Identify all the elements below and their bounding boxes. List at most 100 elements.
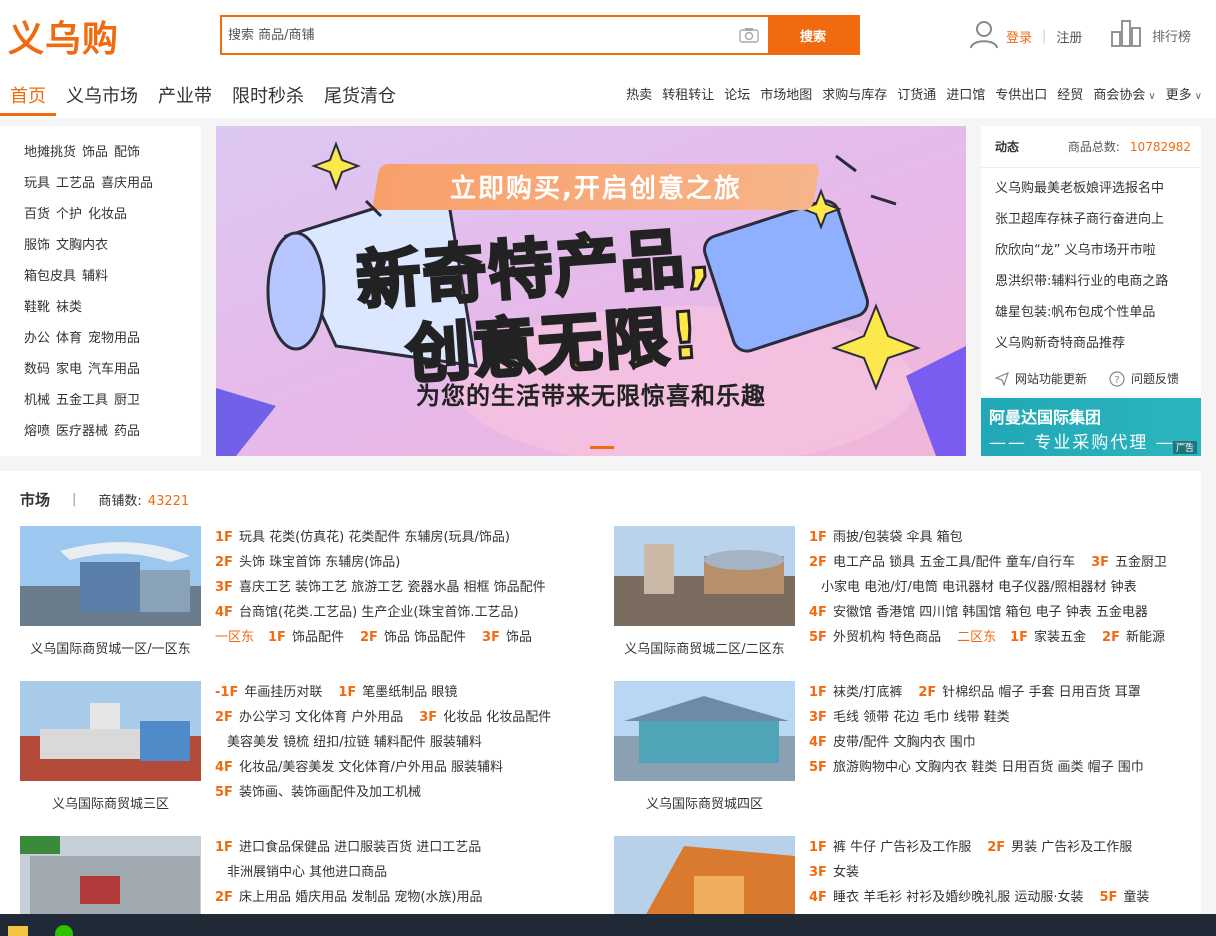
market-photo[interactable] bbox=[20, 526, 201, 626]
folder-icon[interactable] bbox=[6, 916, 30, 936]
nav-sub-item[interactable]: 转租转让 bbox=[662, 84, 714, 103]
floor-categories[interactable]: 新能源 bbox=[1126, 630, 1165, 645]
category-link[interactable]: 箱包皮具 bbox=[24, 269, 76, 284]
chat-icon[interactable] bbox=[52, 916, 76, 936]
category-link[interactable]: 机械 bbox=[24, 393, 50, 408]
floor-categories[interactable]: 袜类/打底裤 bbox=[833, 685, 902, 700]
category-link[interactable]: 五金工具 bbox=[56, 393, 108, 408]
floor-categories[interactable]: 美容美发 镜梳 纽扣/拉链 辅料配件 服装辅料 bbox=[227, 735, 482, 750]
floor-categories[interactable]: 安徽馆 香港馆 四川馆 韩国馆 箱包 电子 钟表 五金电器 bbox=[833, 605, 1148, 620]
hero-banner[interactable]: 立即购买,开启创意之旅 新奇特产品, 创意无限! 为您的生活带来无限惊喜和乐趣 bbox=[216, 126, 966, 456]
floor-categories[interactable]: 皮带/配件 文胸内衣 围巾 bbox=[833, 735, 976, 750]
camera-icon[interactable] bbox=[730, 17, 768, 53]
floor-categories[interactable]: 裤 牛仔 广告衫及工作服 bbox=[833, 840, 971, 855]
nav-sub-item[interactable]: 更多 ∨ bbox=[1166, 84, 1202, 103]
floor-categories[interactable]: 化妆品/美容美发 文化体育/户外用品 服装辅料 bbox=[239, 760, 503, 775]
floor-categories[interactable]: 床上用品 婚庆用品 发制品 宠物(水族)用品 bbox=[239, 890, 483, 905]
floor-categories[interactable]: 睡衣 羊毛衫 衬衫及婚纱晚礼服 运动服·女装 bbox=[833, 890, 1084, 905]
nav-sub-item[interactable]: 订货通 bbox=[897, 84, 936, 103]
market-name[interactable]: 义乌国际商贸城一区/一区东 bbox=[20, 638, 201, 657]
floor-categories[interactable]: 五金厨卫 bbox=[1115, 555, 1167, 570]
floor-categories[interactable]: 电工产品 锁具 五金工具/配件 童车/自行车 bbox=[833, 555, 1075, 570]
news-item[interactable]: 欣欣向“龙” 义乌市场开市啦 bbox=[995, 240, 1201, 271]
floor-categories[interactable]: 外贸机构 特色商品 bbox=[833, 630, 941, 645]
floor-categories[interactable]: 装饰画、装饰画配件及加工机械 bbox=[239, 785, 421, 800]
category-link[interactable]: 玩具 bbox=[24, 176, 50, 191]
category-link[interactable]: 体育 bbox=[56, 331, 82, 346]
ad-banner[interactable]: 阿曼达国际集团 —— 专业采购代理 —— 广告 bbox=[981, 398, 1201, 456]
category-link[interactable]: 辅料 bbox=[82, 269, 108, 284]
floor-categories[interactable]: 饰品 饰品配件 bbox=[384, 630, 466, 645]
search-input[interactable] bbox=[222, 17, 730, 53]
news-item[interactable]: 恩洪织带:辅料行业的电商之路 bbox=[995, 271, 1201, 302]
market-name[interactable]: 义乌国际商贸城三区 bbox=[20, 793, 201, 812]
market-photo[interactable] bbox=[614, 681, 795, 781]
category-link[interactable]: 袜类 bbox=[56, 300, 82, 315]
nav-sub-item[interactable]: 求购与库存 bbox=[822, 84, 887, 103]
category-link[interactable]: 医疗器械 bbox=[56, 424, 108, 439]
category-link[interactable]: 药品 bbox=[114, 424, 140, 439]
floor-categories[interactable]: 针棉织品 帽子 手套 日用百货 耳罩 bbox=[942, 685, 1141, 700]
news-item[interactable]: 张卫超库存袜子商行奋进向上 bbox=[995, 209, 1201, 240]
category-link[interactable]: 厨卫 bbox=[114, 393, 140, 408]
news-item[interactable]: 义乌购新奇特商品推荐 bbox=[995, 333, 1201, 364]
nav-main-item[interactable]: 首页 bbox=[0, 78, 56, 116]
nav-sub-item[interactable]: 商会协会 ∨ bbox=[1093, 84, 1155, 103]
nav-sub-item[interactable]: 论坛 bbox=[724, 84, 750, 103]
floor-categories[interactable]: 童装 bbox=[1123, 890, 1149, 905]
market-photo[interactable] bbox=[614, 526, 795, 626]
floor-categories[interactable]: 雨披/包装袋 伞具 箱包 bbox=[833, 530, 963, 545]
nav-sub-item[interactable]: 热卖 bbox=[626, 84, 652, 103]
floor-categories[interactable]: 旅游购物中心 文胸内衣 鞋类 日用百货 画类 帽子 围巾 bbox=[833, 760, 1144, 775]
category-link[interactable]: 喜庆用品 bbox=[101, 176, 153, 191]
zone-label[interactable]: 二区东 bbox=[957, 630, 996, 645]
category-link[interactable]: 服饰 bbox=[24, 238, 50, 253]
floor-categories[interactable]: 台商馆(花类.工艺品) 生产企业(珠宝首饰.工艺品) bbox=[239, 605, 519, 620]
site-logo[interactable]: 义乌购 bbox=[8, 10, 119, 62]
category-link[interactable]: 文胸内衣 bbox=[56, 238, 108, 253]
nav-sub-item[interactable]: 市场地图 bbox=[760, 84, 812, 103]
category-link[interactable]: 汽车用品 bbox=[88, 362, 140, 377]
nav-sub-item[interactable]: 经贸 bbox=[1057, 84, 1083, 103]
category-link[interactable]: 家电 bbox=[56, 362, 82, 377]
category-link[interactable]: 配饰 bbox=[114, 145, 140, 160]
nav-sub-item[interactable]: 进口馆 bbox=[946, 84, 985, 103]
floor-categories[interactable]: 玩具 花类(仿真花) 花类配件 东辅房(玩具/饰品) bbox=[239, 530, 510, 545]
feedback-link[interactable]: ? 问题反馈 bbox=[1109, 370, 1179, 387]
category-link[interactable]: 化妆品 bbox=[88, 207, 127, 222]
news-item[interactable]: 义乌购最美老板娘评选报名中 bbox=[995, 178, 1201, 209]
floor-categories[interactable]: 家装五金 bbox=[1034, 630, 1086, 645]
market-name[interactable]: 义乌国际商贸城二区/二区东 bbox=[614, 638, 795, 657]
nav-main-item[interactable]: 限时秒杀 bbox=[222, 78, 314, 114]
floor-categories[interactable]: 进口食品保健品 进口服装百货 进口工艺品 bbox=[239, 840, 481, 855]
floor-categories[interactable]: 办公学习 文化体育 户外用品 bbox=[239, 710, 403, 725]
banner-pager-dot[interactable] bbox=[590, 446, 614, 449]
floor-categories[interactable]: 女装 bbox=[833, 865, 859, 880]
market-name[interactable]: 义乌国际商贸城四区 bbox=[614, 793, 795, 812]
floor-categories[interactable]: 非洲展销中心 其他进口商品 bbox=[227, 865, 387, 880]
zone-label[interactable]: 一区东 bbox=[215, 630, 254, 645]
login-link[interactable]: 登录 bbox=[1006, 27, 1032, 46]
floor-categories[interactable]: 小家电 电池/灯/电筒 电讯器材 电子仪器/照相器材 钟表 bbox=[821, 580, 1137, 595]
floor-categories[interactable]: 男装 广告衫及工作服 bbox=[1011, 840, 1132, 855]
floor-categories[interactable]: 年画挂历对联 bbox=[244, 685, 322, 700]
nav-sub-item[interactable]: 专供出口 bbox=[995, 84, 1047, 103]
register-link[interactable]: 注册 bbox=[1056, 27, 1082, 46]
nav-main-item[interactable]: 义乌市场 bbox=[56, 78, 148, 114]
category-link[interactable]: 百货 bbox=[24, 207, 50, 222]
nav-main-item[interactable]: 产业带 bbox=[148, 78, 222, 114]
floor-categories[interactable]: 笔墨纸制品 眼镜 bbox=[362, 685, 457, 700]
floor-categories[interactable]: 头饰 珠宝首饰 东辅房(饰品) bbox=[239, 555, 400, 570]
ranking-link[interactable]: 排行榜 bbox=[1110, 18, 1191, 52]
nav-main-item[interactable]: 尾货清仓 bbox=[314, 78, 406, 114]
floor-categories[interactable]: 毛线 领带 花边 毛巾 线带 鞋类 bbox=[833, 710, 1010, 725]
category-link[interactable]: 宠物用品 bbox=[88, 331, 140, 346]
search-button[interactable]: 搜索 bbox=[768, 17, 858, 53]
category-link[interactable]: 饰品 bbox=[82, 145, 108, 160]
category-link[interactable]: 鞋靴 bbox=[24, 300, 50, 315]
site-update-link[interactable]: 网站功能更新 bbox=[995, 370, 1087, 387]
category-link[interactable]: 工艺品 bbox=[56, 176, 95, 191]
floor-categories[interactable]: 饰品配件 bbox=[292, 630, 344, 645]
floor-categories[interactable]: 化妆品 化妆品配件 bbox=[443, 710, 551, 725]
news-item[interactable]: 雄星包装:帆布包成个性单品 bbox=[995, 302, 1201, 333]
